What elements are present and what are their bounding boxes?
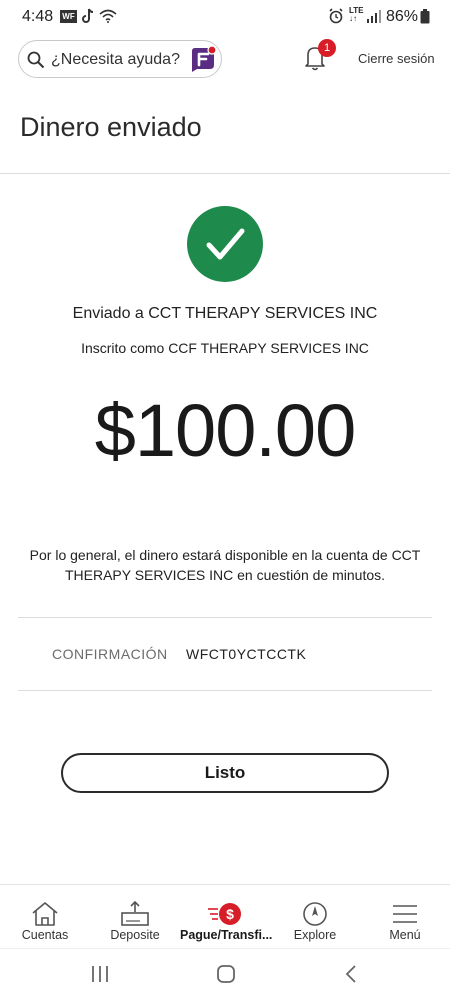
notification-badge: 1	[318, 39, 336, 57]
signal-icon	[367, 10, 381, 23]
help-search-pill[interactable]: ¿Necesita ayuda?	[18, 40, 222, 78]
confirmation-divider-bottom	[18, 690, 432, 691]
nav-label-deposit: Deposite	[110, 928, 160, 942]
bottom-nav: Cuentas Deposite $ Pague/Transfi... Expl…	[0, 884, 450, 948]
battery-icon	[420, 9, 430, 24]
search-icon	[27, 51, 45, 69]
tiktok-icon	[82, 8, 94, 23]
wifi-icon	[99, 9, 117, 23]
back-button-icon[interactable]	[344, 964, 358, 984]
nav-item-explore[interactable]: Explore	[270, 885, 360, 949]
recent-apps-icon[interactable]	[90, 965, 110, 983]
confirmation-divider-top	[18, 617, 432, 618]
page-title: Dinero enviado	[20, 112, 202, 142]
wf-app-icon: WF	[60, 10, 77, 23]
fargo-assistant-icon	[192, 45, 217, 72]
status-bar: 4:48 WF LTE ↓↑ 86%	[0, 0, 450, 34]
nav-item-deposit[interactable]: Deposite	[90, 885, 180, 949]
svg-text:$: $	[226, 906, 234, 922]
hamburger-menu-icon	[393, 905, 417, 923]
amount-sent: $100.00	[94, 389, 357, 472]
battery-percent: 86%	[386, 8, 419, 25]
confirmation-label: CONFIRMACIÓN	[52, 646, 168, 662]
system-nav-bar	[0, 948, 450, 1000]
nav-item-pay-transfer[interactable]: $ Pague/Transfi...	[180, 885, 273, 949]
nav-label-pay-transfer: Pague/Transfi...	[180, 928, 273, 942]
status-time: 4:48	[22, 8, 54, 25]
sent-to-text: Enviado a CCT THERAPY SERVICES INC	[72, 305, 378, 322]
nav-item-menu[interactable]: Menú	[360, 885, 450, 949]
lte-arrows: ↓↑	[349, 14, 357, 23]
home-icon	[32, 902, 58, 926]
lte-indicator: LTE ↓↑	[349, 7, 364, 23]
nav-item-accounts[interactable]: Cuentas	[0, 885, 90, 949]
nav-label-menu: Menú	[389, 928, 421, 942]
compass-icon	[303, 902, 327, 926]
success-check-icon	[187, 206, 263, 282]
availability-note: Por lo general, el dinero estará disponi…	[29, 547, 421, 583]
logout-link[interactable]: Cierre sesión	[358, 51, 435, 66]
enrolled-as-text: Inscrito como CCF THERAPY SERVICES INC	[81, 340, 369, 356]
confirmation-number: WFCT0YCTCCTK	[186, 646, 307, 662]
nav-label-explore: Explore	[293, 928, 337, 942]
nav-label-accounts: Cuentas	[21, 928, 69, 942]
deposit-icon	[121, 901, 149, 926]
top-header: ¿Necesita ayuda? 1 Cierre sesión	[0, 38, 450, 82]
home-button-icon[interactable]	[216, 964, 236, 984]
alarm-icon	[329, 8, 343, 24]
title-divider	[0, 173, 450, 174]
pay-transfer-icon: $	[208, 903, 241, 925]
done-button[interactable]: Listo	[61, 753, 389, 793]
help-text: ¿Necesita ayuda?	[51, 51, 180, 68]
